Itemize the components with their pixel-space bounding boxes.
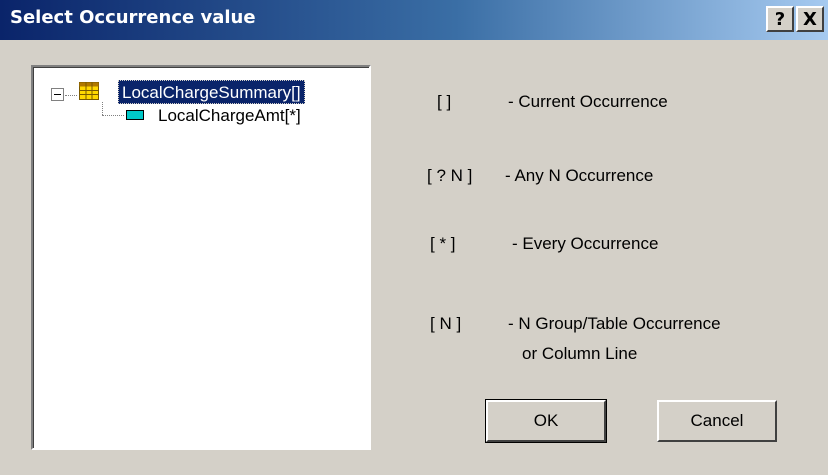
occurrence-tree[interactable]: LocalChargeSummary[] LocalChargeAmt[*] [31,65,371,450]
close-button[interactable]: X [796,6,824,32]
legend-description: - Current Occurrence [508,92,668,111]
tree-connector [102,102,103,115]
tree-connector [65,95,77,96]
dialog-title: Select Occurrence value [10,7,256,28]
tree-node-localchargesummary[interactable]: LocalChargeSummary[] [118,80,305,104]
tree-panel: LocalChargeSummary[] LocalChargeAmt[*] [33,67,369,448]
legend-symbol: [ ] [437,92,452,111]
cancel-button[interactable]: Cancel [657,400,777,442]
legend-description-line2: or Column Line [522,344,638,363]
legend-symbol: [ * ] [430,234,456,253]
collapse-toggle-icon[interactable] [51,88,64,101]
legend-description: - N Group/Table Occurrence [508,314,721,333]
title-bar[interactable]: Select Occurrence value ? X [0,0,828,40]
legend-symbol: [ N ] [430,314,462,333]
tree-node-localchargeamt[interactable]: LocalChargeAmt[*] [158,104,301,128]
field-icon [126,110,144,120]
legend-description: - Every Occurrence [512,234,659,253]
tree-connector [102,115,124,116]
help-button[interactable]: ? [766,6,794,32]
ok-button[interactable]: OK [485,399,607,443]
legend-symbol: [ ? N ] [427,166,473,185]
table-icon [79,82,99,100]
legend-description: - Any N Occurrence [505,166,654,185]
